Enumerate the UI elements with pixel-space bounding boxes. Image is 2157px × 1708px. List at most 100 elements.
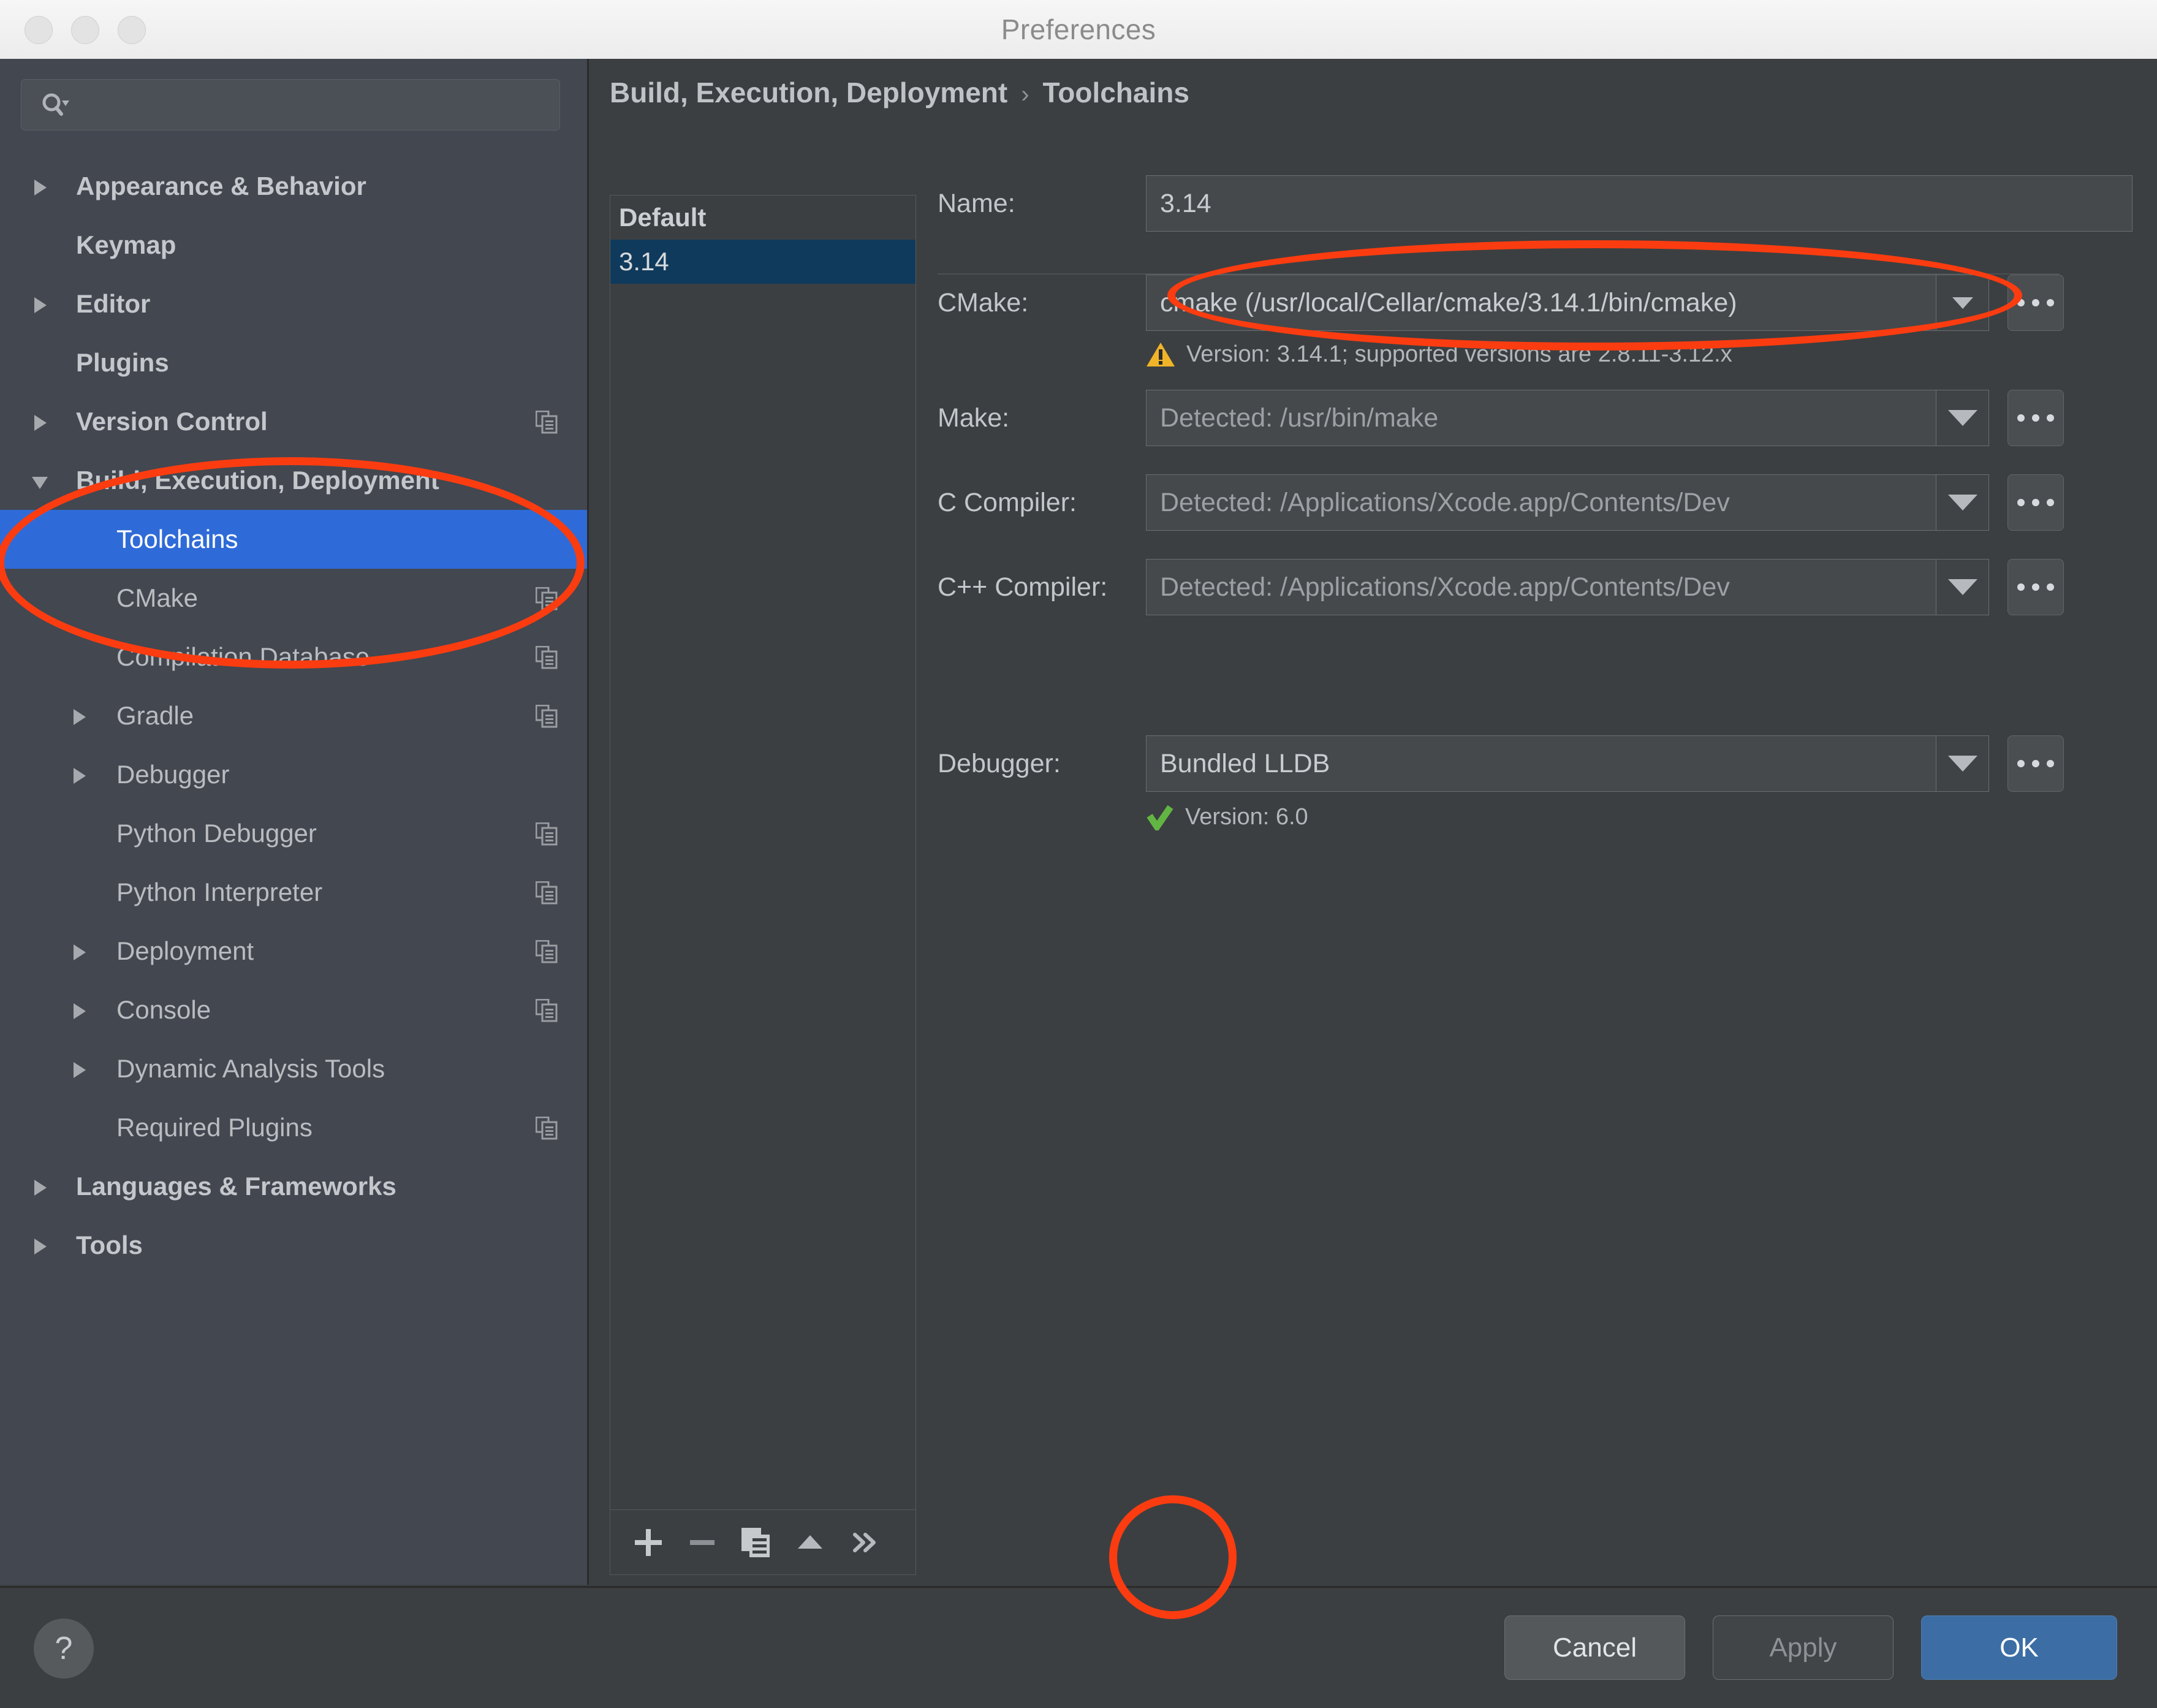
chevron-down-icon (1947, 410, 1977, 426)
ellipsis-dot-icon (2047, 760, 2054, 767)
sidebar-item-appearance-behavior[interactable]: Appearance & Behavior (0, 157, 587, 216)
sidebar-item-languages-frameworks[interactable]: Languages & Frameworks (0, 1157, 587, 1216)
sidebar-item-python-debugger[interactable]: Python Debugger (0, 804, 587, 863)
name-row: Name: 3.14 (938, 175, 2139, 232)
sidebar-item-label: Gradle (116, 701, 194, 730)
c-compiler-label: C Compiler: (938, 487, 1077, 517)
sidebar-item-label: Dynamic Analysis Tools (116, 1054, 385, 1083)
move-up-button[interactable] (783, 1516, 837, 1569)
apply-button[interactable]: Apply (1713, 1615, 1894, 1680)
c-compiler-combo-input[interactable]: Detected: /Applications/Xcode.app/Conten… (1146, 474, 1936, 531)
settings-tree-panel: Appearance & Behavior Keymap Editor Plugins… (0, 59, 589, 1585)
sidebar-item-debugger[interactable]: Debugger (0, 745, 587, 804)
chevron-down-icon[interactable] (32, 477, 48, 489)
cmake-combo-input[interactable]: cmake (/usr/local/Cellar/cmake/3.14.1/bi… (1146, 275, 1936, 331)
make-combo-input[interactable]: Detected: /usr/bin/make (1146, 390, 1936, 446)
copy-icon (536, 587, 558, 610)
chevron-right-icon[interactable] (74, 768, 86, 784)
copy-icon (536, 881, 558, 905)
chevron-double-right-icon (853, 1532, 876, 1552)
chevron-right-icon[interactable] (74, 1062, 86, 1078)
chevron-right-icon[interactable] (34, 415, 47, 431)
sidebar-item-deployment[interactable]: Deployment (0, 922, 587, 981)
make-combo-arrow[interactable] (1936, 390, 1989, 446)
cmake-status: Version: 3.14.1; supported versions are … (1146, 341, 2139, 368)
chevron-right-icon[interactable] (34, 1180, 47, 1196)
sidebar-item-keymap[interactable]: Keymap (0, 216, 587, 275)
ellipsis-dot-icon (2032, 414, 2039, 422)
ellipsis-dot-icon (2047, 299, 2054, 306)
sidebar-item-gradle[interactable]: Gradle (0, 686, 587, 745)
help-button[interactable]: ? (34, 1619, 94, 1679)
cmake-combo-arrow[interactable] (1936, 275, 1989, 331)
sidebar-item-build-execution-deployment[interactable]: Build, Execution, Deployment (0, 451, 587, 510)
sidebar-item-plugins[interactable]: Plugins (0, 333, 587, 392)
search-icon (42, 93, 69, 116)
cpp-compiler-combo-arrow[interactable] (1936, 559, 1989, 615)
debugger-browse-button[interactable] (2007, 735, 2064, 792)
debugger-status-text: Version: 6.0 (1185, 804, 1308, 830)
cpp-compiler-browse-button[interactable] (2007, 559, 2064, 615)
copy-icon (536, 822, 558, 846)
toolchain-list: Default 3.14 (610, 195, 915, 284)
cmake-browse-button[interactable] (2007, 275, 2064, 331)
sidebar-item-tools[interactable]: Tools (0, 1216, 587, 1275)
more-actions-button[interactable] (837, 1516, 891, 1569)
add-toolchain-button[interactable] (621, 1516, 675, 1569)
debugger-combo-arrow[interactable] (1936, 735, 1989, 792)
sidebar-item-compilation-database[interactable]: Compilation Database (0, 628, 587, 686)
sidebar-item-required-plugins[interactable]: Required Plugins (0, 1098, 587, 1157)
chevron-right-icon[interactable] (74, 944, 86, 960)
toolchain-list-panel: Default 3.14 (610, 195, 916, 1575)
cancel-button[interactable]: Cancel (1504, 1615, 1685, 1680)
ellipsis-dot-icon (2017, 499, 2025, 506)
c-compiler-browse-button[interactable] (2007, 474, 2064, 531)
preferences-window: Preferences Appearance & Behavior Keymap E… (0, 0, 2157, 1708)
chevron-down-icon (1947, 495, 1977, 511)
sidebar-item-console[interactable]: Console (0, 981, 587, 1039)
copy-icon (536, 1117, 558, 1140)
toolchain-list-item[interactable]: 3.14 (610, 240, 915, 284)
breadcrumb: Build, Execution, Deployment › Toolchains (610, 76, 1189, 109)
name-label: Name: (938, 188, 1015, 218)
ellipsis-dot-icon (2032, 583, 2039, 591)
ellipsis-dot-icon (2017, 414, 2025, 422)
ellipsis-dot-icon (2017, 299, 2025, 306)
make-row: Make: Detected: /usr/bin/make (938, 390, 2139, 446)
sidebar-item-cmake[interactable]: CMake (0, 569, 587, 628)
debugger-combo-input[interactable]: Bundled LLDB (1146, 735, 1936, 792)
sidebar-item-version-control[interactable]: Version Control (0, 392, 587, 451)
ok-button[interactable]: OK (1921, 1615, 2117, 1680)
copy-toolchain-button[interactable] (729, 1516, 783, 1569)
breadcrumb-separator: › (1021, 81, 1029, 108)
sidebar-item-editor[interactable]: Editor (0, 275, 587, 333)
ellipsis-dot-icon (2032, 760, 2039, 767)
sidebar-item-toolchains[interactable]: Toolchains (0, 510, 587, 569)
cpp-compiler-combo-input[interactable]: Detected: /Applications/Xcode.app/Conten… (1146, 559, 1936, 615)
chevron-right-icon[interactable] (74, 1003, 86, 1019)
sidebar-item-python-interpreter[interactable]: Python Interpreter (0, 863, 587, 922)
make-browse-button[interactable] (2007, 390, 2064, 446)
debugger-label: Debugger: (938, 748, 1061, 778)
sidebar-item-label: Debugger (116, 760, 230, 789)
search-input[interactable] (21, 79, 560, 131)
chevron-right-icon[interactable] (74, 709, 86, 725)
sidebar-item-label: Tools (76, 1231, 143, 1259)
chevron-right-icon[interactable] (34, 180, 47, 195)
copy-icon (536, 411, 558, 434)
title-bar: Preferences (0, 0, 2157, 60)
remove-toolchain-button[interactable] (675, 1516, 729, 1569)
name-input[interactable]: 3.14 (1146, 175, 2132, 232)
breadcrumb-parent[interactable]: Build, Execution, Deployment (610, 77, 1007, 108)
toolchain-list-item[interactable]: Default (610, 195, 915, 240)
cmake-row: CMake: cmake (/usr/local/Cellar/cmake/3.… (938, 275, 2139, 331)
sidebar-item-dynamic-analysis-tools[interactable]: Dynamic Analysis Tools (0, 1039, 587, 1098)
sidebar-item-label: Compilation Database (116, 642, 370, 671)
chevron-right-icon[interactable] (34, 297, 47, 313)
chevron-right-icon[interactable] (34, 1239, 47, 1254)
settings-tree: Appearance & Behavior Keymap Editor Plugins… (0, 157, 587, 1275)
sidebar-item-label: Plugins (76, 348, 169, 377)
sidebar-item-label: Python Interpreter (116, 878, 323, 906)
cpp-compiler-label: C++ Compiler: (938, 572, 1108, 602)
c-compiler-combo-arrow[interactable] (1936, 474, 1989, 531)
